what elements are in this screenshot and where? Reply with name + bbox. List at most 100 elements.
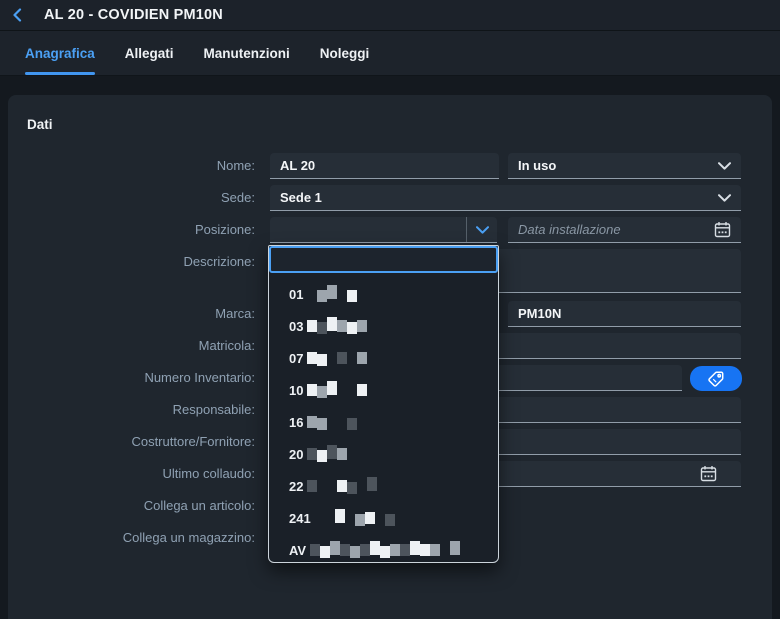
posizione-option[interactable]: 20 xyxy=(269,438,498,470)
redacted-text-block xyxy=(337,288,347,300)
posizione-dropdown-button[interactable] xyxy=(466,217,497,242)
redacted-text-block xyxy=(327,445,337,459)
tab-bar: Anagrafica Allegati Manutenzioni Noleggi xyxy=(0,31,780,76)
redacted-text-block xyxy=(390,544,400,556)
posizione-option[interactable]: 241 xyxy=(269,502,498,534)
redacted-text-block xyxy=(347,418,357,430)
redacted-text-block xyxy=(347,482,357,494)
redacted-text-block xyxy=(330,541,340,555)
redacted-text-block xyxy=(317,354,327,366)
modello-input[interactable]: PM10N xyxy=(508,301,741,327)
tab-noleggi[interactable]: Noleggi xyxy=(320,31,370,75)
redacted-text-block xyxy=(307,384,317,396)
option-prefix: 10 xyxy=(289,383,303,398)
label-marca: Marca: xyxy=(20,301,255,327)
label-numero-inventario: Numero Inventario: xyxy=(20,365,255,391)
redacted-text-block xyxy=(440,546,450,558)
sede-select[interactable]: Sede 1 xyxy=(270,185,741,211)
data-installazione-datepicker[interactable]: Data installazione xyxy=(508,217,741,243)
label-collega-articolo: Collega un articolo: xyxy=(20,493,255,519)
redacted-text-block xyxy=(370,541,380,555)
tab-label: Allegati xyxy=(125,46,174,61)
option-prefix: 07 xyxy=(289,351,303,366)
redacted-text-block xyxy=(360,544,370,556)
page-title: AL 20 - COVIDIEN PM10N xyxy=(44,7,223,23)
redacted-text-block xyxy=(357,384,367,396)
redacted-text-block xyxy=(375,509,385,523)
redacted-text-block xyxy=(410,541,420,555)
redacted-text-block xyxy=(380,546,390,558)
label-nome: Nome: xyxy=(20,153,255,179)
redacted-text-block xyxy=(317,386,327,398)
redacted-text-block xyxy=(385,514,395,526)
label-matricola: Matricola: xyxy=(20,333,255,359)
header-bar: AL 20 - COVIDIEN PM10N xyxy=(0,0,780,31)
redacted-text-block xyxy=(315,512,325,524)
tab-allegati[interactable]: Allegati xyxy=(125,31,174,75)
stato-select[interactable]: In uso xyxy=(508,153,741,179)
calendar-icon[interactable] xyxy=(714,221,731,238)
redacted-text-block xyxy=(335,509,345,523)
redacted-text-block xyxy=(317,290,327,302)
redacted-text-block xyxy=(400,544,410,556)
generate-inventory-tag-button[interactable] xyxy=(690,366,742,391)
redacted-text-block xyxy=(450,541,460,555)
posizione-option[interactable]: 10 xyxy=(269,374,498,406)
label-sede: Sede: xyxy=(20,185,255,211)
redacted-text-block xyxy=(307,416,317,428)
posizione-option[interactable]: 03 xyxy=(269,310,498,342)
redacted-text-block xyxy=(337,416,347,428)
redacted-text-block xyxy=(357,480,367,492)
posizione-option[interactable]: 01 xyxy=(269,278,498,310)
redacted-text-block xyxy=(337,384,347,396)
redacted-text-block xyxy=(327,413,337,427)
posizione-option[interactable]: AV xyxy=(269,534,498,562)
redacted-text-block xyxy=(347,322,357,334)
redacted-text-block xyxy=(307,352,317,364)
tab-label: Manutenzioni xyxy=(204,46,290,61)
chevron-down-icon xyxy=(718,162,731,170)
posizione-option[interactable]: 07 xyxy=(269,342,498,374)
option-prefix: 20 xyxy=(289,447,303,462)
posizione-option[interactable]: 22 xyxy=(269,470,498,502)
redacted-text-block xyxy=(317,418,327,430)
redacted-text-block xyxy=(337,448,347,460)
chevron-down-icon xyxy=(718,194,731,202)
calendar-icon[interactable] xyxy=(700,465,717,482)
redacted-text-block xyxy=(350,546,360,558)
posizione-combobox[interactable] xyxy=(270,217,497,243)
label-posizione: Posizione: xyxy=(20,217,255,243)
tab-label: Anagrafica xyxy=(25,46,95,61)
tab-anagrafica[interactable]: Anagrafica xyxy=(25,31,95,75)
option-prefix: 22 xyxy=(289,479,303,494)
redacted-text-block xyxy=(317,450,327,462)
tag-icon xyxy=(707,370,725,388)
redacted-text-block xyxy=(307,288,317,300)
redacted-text-block xyxy=(317,322,327,334)
back-button[interactable] xyxy=(0,0,34,31)
nome-input[interactable]: AL 20 xyxy=(270,153,499,179)
redacted-text-block xyxy=(365,512,375,524)
redacted-text-block xyxy=(310,544,320,556)
option-prefix: AV xyxy=(289,543,306,558)
redacted-text-block xyxy=(325,514,335,526)
redacted-text-block xyxy=(420,544,430,556)
posizione-option[interactable]: 16 xyxy=(269,406,498,438)
posizione-search-input[interactable] xyxy=(269,246,498,273)
redacted-text-block xyxy=(337,320,347,332)
tab-manutenzioni[interactable]: Manutenzioni xyxy=(204,31,290,75)
posizione-dropdown-popup: 0103 07 10 16 20 22 241 AV xyxy=(268,245,499,563)
label-descrizione: Descrizione: xyxy=(20,249,255,275)
redacted-text-block xyxy=(430,544,440,556)
redacted-text-block xyxy=(347,290,357,302)
redacted-text-block xyxy=(307,480,317,492)
redacted-text-block xyxy=(347,354,357,366)
option-prefix: 16 xyxy=(289,415,303,430)
redacted-text-block xyxy=(327,285,337,299)
label-responsabile: Responsabile: xyxy=(20,397,255,423)
redacted-text-block xyxy=(367,477,377,491)
redacted-text-block xyxy=(327,349,337,363)
chevron-left-icon xyxy=(11,8,23,22)
label-collega-magazzino: Collega un magazzino: xyxy=(20,525,255,551)
redacted-text-block xyxy=(357,320,367,332)
